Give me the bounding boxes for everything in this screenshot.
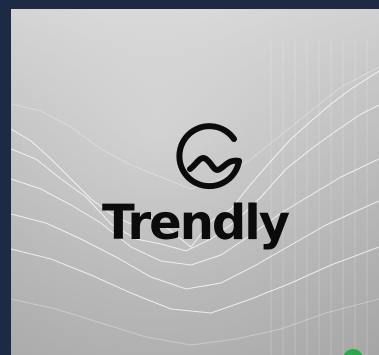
brand-logo: Trendly — [11, 9, 379, 355]
trendly-logo-icon — [176, 123, 242, 190]
brand-wordmark: Trendly — [102, 195, 290, 251]
hero-image: Trendly — [11, 9, 379, 355]
window-frame: Trendly — [0, 0, 379, 355]
